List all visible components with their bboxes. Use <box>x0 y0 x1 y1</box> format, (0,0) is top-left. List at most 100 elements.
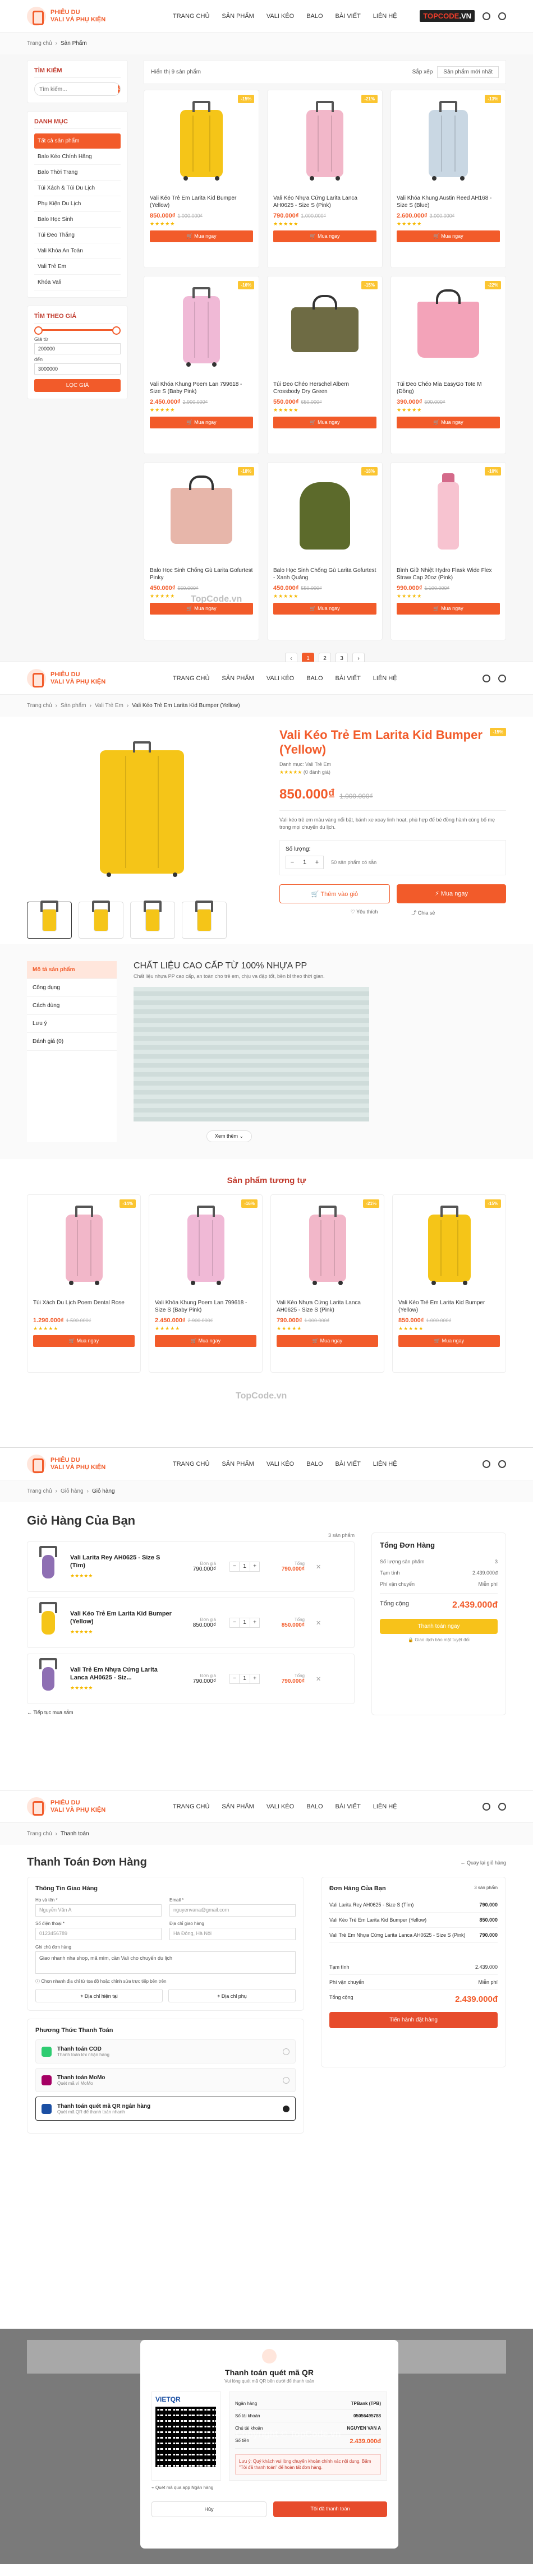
nav-2[interactable]: VALI KÉO <box>266 1803 294 1810</box>
nav-4[interactable]: BÀI VIẾT <box>336 13 361 20</box>
nav-1[interactable]: SẢN PHẨM <box>222 1461 254 1467</box>
category-item[interactable]: Balo Thời Trang <box>34 165 121 181</box>
form-input[interactable]: 0123456789 <box>35 1928 162 1940</box>
breadcrumb-item[interactable]: Trang chủ <box>27 40 52 47</box>
location-button[interactable]: ⌖ Địa chỉ hiện tại <box>35 1989 163 2002</box>
product-name[interactable]: Túi Đeo Chéo Herschel Albern Crossbody D… <box>273 381 376 396</box>
category-item[interactable]: Tất cả sản phẩm <box>34 133 121 149</box>
nav-5[interactable]: LIÊN HỆ <box>373 1461 397 1467</box>
breadcrumb-item[interactable]: Trang chủ <box>27 1488 52 1494</box>
nav-1[interactable]: SẢN PHẨM <box>222 13 254 20</box>
logo[interactable]: PHIÊU DU VALI VÀ PHỤ KIỆN <box>27 6 139 26</box>
page-button[interactable]: › <box>352 653 365 662</box>
tab-item[interactable]: Mô tả sản phẩm <box>27 961 117 979</box>
nav-0[interactable]: TRANG CHỦ <box>173 1803 209 1810</box>
nav-0[interactable]: TRANG CHỦ <box>173 675 209 682</box>
plus-button[interactable]: + <box>311 856 323 869</box>
quantity-value[interactable]: 1 <box>240 1618 250 1628</box>
continue-shopping-link[interactable]: ← Tiếp tục mua sắm <box>27 1710 355 1715</box>
max-price-input[interactable]: 3000000 <box>34 363 121 375</box>
product-card[interactable]: -15% Vali Kéo Trẻ Em Larita Kid Bumper (… <box>392 1194 506 1373</box>
sort-select[interactable]: Sản phẩm mới nhất <box>437 66 499 78</box>
category-item[interactable]: Khóa Vali <box>34 275 121 290</box>
minus-button[interactable]: − <box>229 1618 240 1628</box>
nav-2[interactable]: VALI KÉO <box>266 13 294 20</box>
product-image[interactable] <box>33 1201 135 1296</box>
min-price-input[interactable]: 200000 <box>34 343 121 354</box>
page-button[interactable]: 3 <box>336 653 348 662</box>
search-icon[interactable] <box>483 12 490 20</box>
nav-2[interactable]: VALI KÉO <box>266 1461 294 1467</box>
minus-button[interactable]: − <box>286 856 298 869</box>
plus-button[interactable]: + <box>250 1674 260 1684</box>
review-count[interactable]: (0 đánh giá) <box>304 769 330 775</box>
quantity-value[interactable]: 1 <box>298 856 311 869</box>
form-input[interactable]: nguyenvana@gmail.com <box>169 1904 296 1917</box>
breadcrumb-item[interactable]: Trang chủ <box>27 703 52 709</box>
cart-icon[interactable] <box>498 12 506 20</box>
radio-button[interactable] <box>283 2076 290 2084</box>
place-order-button[interactable]: Tiến hành đặt hàng <box>329 2012 498 2028</box>
buy-now-button[interactable]: 🛒 Mua ngay <box>155 1335 256 1347</box>
product-name[interactable]: Vali Khóa Khung Austin Reed AH168 - Size… <box>397 195 500 210</box>
location-button[interactable]: ⌖ Địa chỉ phụ <box>168 1989 296 2002</box>
product-name[interactable]: Túi Đeo Chéo Mia EasyGo Tote M (Đồng) <box>397 381 500 396</box>
product-image[interactable] <box>150 468 253 564</box>
product-card[interactable]: -21% Vali Kéo Nhựa Cứng Larita Lanca AH0… <box>267 90 383 268</box>
filter-price-button[interactable]: LỌC GIÁ <box>34 379 121 392</box>
form-input[interactable]: Hà Đông, Hà Nội <box>169 1928 296 1940</box>
remove-item-icon[interactable]: ✕ <box>316 1675 321 1683</box>
buy-now-button[interactable]: 🛒 Mua ngay <box>33 1335 135 1347</box>
category-item[interactable]: Balo Kéo Chính Hãng <box>34 149 121 165</box>
nav-1[interactable]: SẢN PHẨM <box>222 675 254 682</box>
cart-item-name[interactable]: Vali Kéo Trẻ Em Larita Kid Bumper (Yello… <box>70 1610 177 1626</box>
favorite-button[interactable]: ♡ Yêu thích <box>351 909 378 916</box>
nav-0[interactable]: TRANG CHỦ <box>173 13 209 20</box>
nav-3[interactable]: BALO <box>306 675 323 682</box>
buy-now-button[interactable]: 🛒 Mua ngay <box>150 417 253 428</box>
buy-now-button[interactable]: 🛒 Mua ngay <box>150 230 253 242</box>
product-image[interactable] <box>155 1201 256 1296</box>
category-item[interactable]: Balo Học Sinh <box>34 212 121 228</box>
minus-button[interactable]: − <box>229 1562 240 1572</box>
nav-3[interactable]: BALO <box>306 1803 323 1810</box>
buy-now-button[interactable]: 🛒 Mua ngay <box>273 417 376 428</box>
search-input[interactable] <box>35 86 118 93</box>
tab-item[interactable]: Đánh giá (0) <box>27 1033 117 1051</box>
minus-button[interactable]: − <box>229 1674 240 1684</box>
payment-option[interactable]: Thanh toán MoMo Quét mã ví MoMo <box>35 2068 296 2092</box>
cart-item-image[interactable] <box>34 1604 62 1641</box>
show-more-button[interactable]: Xem thêm ⌄ <box>206 1130 252 1142</box>
product-name[interactable]: Túi Xách Du Lịch Poem Dental Rose <box>33 1299 135 1315</box>
cart-icon[interactable] <box>498 674 506 682</box>
search-icon[interactable] <box>483 674 490 682</box>
product-card[interactable]: -15% Vali Kéo Trẻ Em Larita Kid Bumper (… <box>144 90 259 268</box>
category-item[interactable]: Túi Xách & Túi Du Lịch <box>34 181 121 196</box>
thumbnail-image[interactable] <box>182 902 227 939</box>
product-image[interactable] <box>397 96 500 191</box>
payment-option[interactable]: Thanh toán quét mã QR ngân hàng Quét mã Q… <box>35 2097 296 2121</box>
quantity-stepper[interactable]: −1 + <box>229 1562 260 1572</box>
thumbnail-image[interactable] <box>79 902 123 939</box>
thumbnail-image[interactable] <box>130 902 175 939</box>
quantity-value[interactable]: 1 <box>240 1674 250 1684</box>
quantity-stepper[interactable]: −1 + <box>229 1618 260 1628</box>
cart-item-image[interactable] <box>34 1660 62 1697</box>
product-card[interactable]: -14% Túi Xách Du Lịch Poem Dental Rose 1… <box>27 1194 141 1373</box>
quantity-value[interactable]: 1 <box>240 1562 250 1572</box>
product-name[interactable]: Bình Giữ Nhiệt Hydro Flask Wide Flex Str… <box>397 567 500 583</box>
order-note-textarea[interactable]: Giao nhanh nha shop, mã mìm, cần Vali ch… <box>35 1951 296 1974</box>
buy-now-button[interactable]: 🛒 Mua ngay <box>277 1335 378 1347</box>
cancel-button[interactable]: Hủy <box>151 2501 266 2517</box>
nav-0[interactable]: TRANG CHỦ <box>173 1461 209 1467</box>
plus-button[interactable]: + <box>250 1618 260 1628</box>
nav-3[interactable]: BALO <box>306 1461 323 1467</box>
search-icon[interactable]: ⌕ <box>118 83 120 95</box>
cart-icon[interactable] <box>498 1802 506 1811</box>
nav-5[interactable]: LIÊN HỆ <box>373 675 397 682</box>
product-card[interactable]: -16% Vali Khóa Khung Poem Lan 799618 - S… <box>149 1194 263 1373</box>
buy-now-button[interactable]: 🛒 Mua ngay <box>150 603 253 615</box>
breadcrumb-item[interactable]: Sản phẩm <box>61 703 86 709</box>
product-name[interactable]: Vali Khóa Khung Poem Lan 799618 - Size S… <box>155 1299 256 1315</box>
product-name[interactable]: Vali Khóa Khung Poem Lan 799618 - Size S… <box>150 381 253 396</box>
